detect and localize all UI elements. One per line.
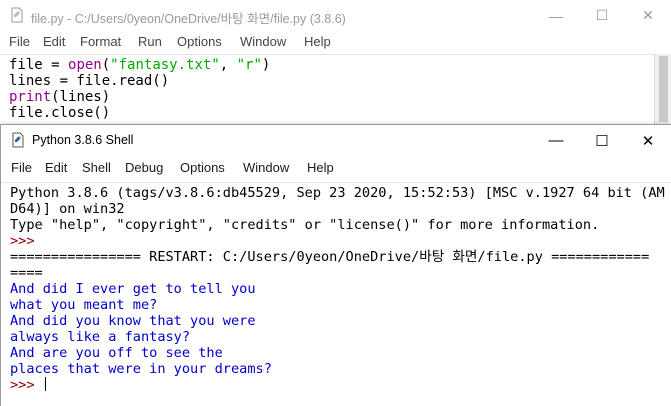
editor-minimize-button[interactable]: — — [533, 0, 579, 31]
editor-menu-window[interactable]: Window — [240, 34, 286, 49]
editor-menubar: File Edit Format Run Options Window Help — [0, 31, 671, 53]
text-cursor — [44, 377, 46, 391]
shell-output-area[interactable]: Python 3.8.6 (tags/v3.8.6:db45529, Sep 2… — [1, 182, 671, 406]
editor-menu-format[interactable]: Format — [80, 34, 121, 49]
editor-title: file.py - C:/Users/0yeon/OneDrive/바탕 화면/… — [31, 12, 346, 26]
editor-maximize-button[interactable]: ☐ — [579, 0, 625, 31]
shell-menu-window[interactable]: Window — [243, 160, 289, 175]
editor-titlebar[interactable]: file.py - C:/Users/0yeon/OneDrive/바탕 화면/… — [0, 0, 671, 31]
code-token-string: "fantasy.txt" — [110, 57, 220, 73]
shell-window: Python 3.8.6 Shell — ☐ ✕ File Edit Shell… — [0, 124, 671, 406]
shell-output-line: And are you off to see the — [10, 345, 223, 361]
shell-titlebar[interactable]: Python 3.8.6 Shell — ☐ ✕ — [1, 125, 671, 156]
editor-window: file.py - C:/Users/0yeon/OneDrive/바탕 화면/… — [0, 0, 671, 130]
shell-minimize-button[interactable]: — — [533, 125, 579, 156]
python-shell-icon — [12, 132, 24, 148]
code-token-string: "r" — [236, 57, 262, 73]
editor-close-button[interactable]: ✕ — [625, 0, 671, 31]
shell-restart-line: ==== — [10, 265, 43, 281]
shell-menu-edit[interactable]: Edit — [45, 160, 67, 175]
idle-file-icon — [11, 7, 23, 23]
shell-output-line: always like a fantasy? — [10, 329, 191, 345]
editor-menu-options[interactable]: Options — [177, 34, 222, 49]
shell-prompt: >>> — [10, 233, 43, 249]
shell-menubar: File Edit Shell Debug Options Window Hel… — [1, 156, 671, 180]
shell-close-button[interactable]: ✕ — [625, 125, 671, 156]
shell-maximize-button[interactable]: ☐ — [579, 125, 625, 156]
code-token: ) — [261, 57, 271, 73]
code-token: (lines) — [51, 89, 111, 105]
shell-output-line: And did you know that you were — [10, 313, 256, 329]
editor-menu-run[interactable]: Run — [138, 34, 162, 49]
shell-banner-line: D64)] on win32 — [10, 201, 125, 217]
editor-menu-file[interactable]: File — [9, 34, 30, 49]
code-token: file = — [9, 57, 69, 73]
code-token: , — [219, 57, 237, 73]
code-line-2: lines = file.read() — [9, 73, 170, 89]
shell-output-line: places that were in your dreams? — [10, 361, 272, 377]
shell-menu-help[interactable]: Help — [307, 160, 334, 175]
shell-menu-file[interactable]: File — [11, 160, 32, 175]
shell-output-line: And did I ever get to tell you — [10, 281, 256, 297]
code-token: ( — [101, 57, 111, 73]
shell-banner-line: Python 3.8.6 (tags/v3.8.6:db45529, Sep 2… — [10, 185, 665, 201]
editor-menu-edit[interactable]: Edit — [43, 34, 65, 49]
editor-scrollbar-thumb[interactable] — [659, 56, 668, 122]
code-line-1: file = open("fantasy.txt", "r") — [9, 57, 270, 73]
shell-menu-options[interactable]: Options — [180, 160, 225, 175]
shell-output-line: what you meant me? — [10, 297, 158, 313]
code-token-builtin: open — [68, 57, 102, 73]
code-token-builtin: print — [9, 89, 52, 105]
shell-restart-line: ================ RESTART: C:/Users/0yeon… — [10, 249, 650, 265]
editor-scrollbar[interactable] — [654, 54, 671, 126]
editor-menu-help[interactable]: Help — [304, 34, 331, 49]
shell-input-line[interactable]: >>> — [10, 377, 46, 393]
shell-banner-line: Type "help", "copyright", "credits" or "… — [10, 217, 600, 233]
code-line-3: print(lines) — [9, 89, 110, 105]
editor-code-area[interactable]: file = open("fantasy.txt", "r") lines = … — [0, 54, 654, 126]
shell-title: Python 3.8.6 Shell — [32, 133, 134, 147]
shell-prompt: >>> — [10, 377, 43, 393]
code-line-4: file.close() — [9, 105, 111, 121]
shell-menu-shell[interactable]: Shell — [82, 160, 111, 175]
shell-menu-debug[interactable]: Debug — [125, 160, 163, 175]
